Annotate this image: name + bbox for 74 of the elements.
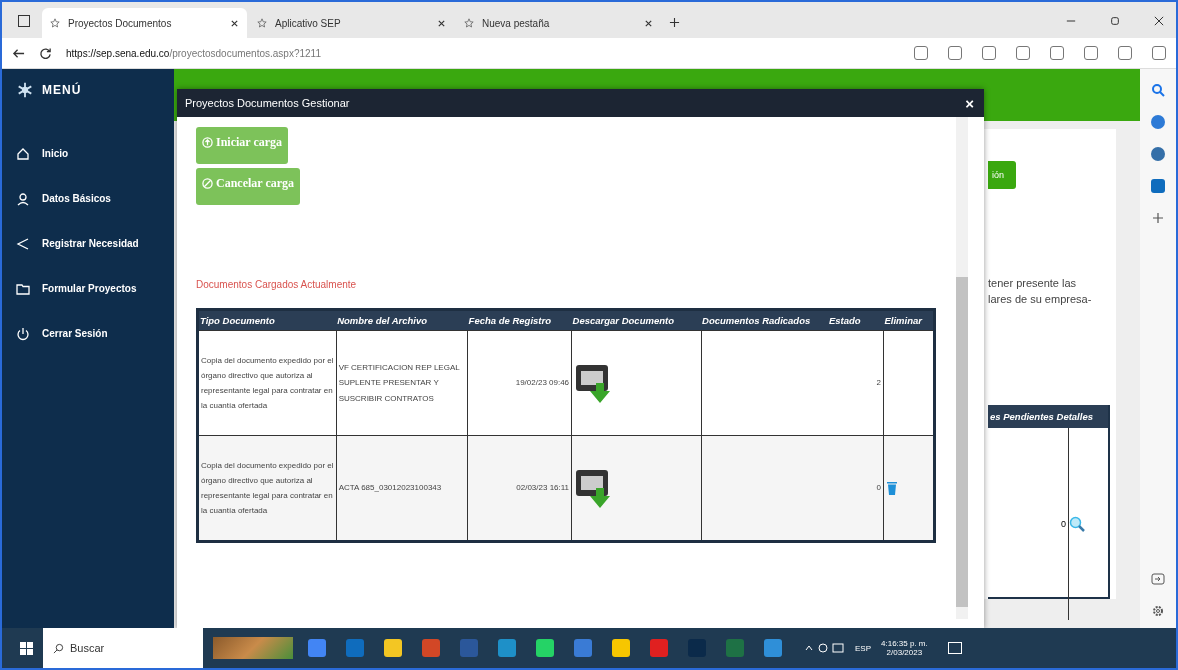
star-icon: [50, 18, 60, 28]
table-cell: 2: [876, 378, 881, 388]
search-icon[interactable]: [1151, 83, 1165, 97]
folder-icon: [16, 281, 30, 296]
toolbar-icon[interactable]: [1084, 46, 1098, 60]
column-header: Tipo Documento: [200, 315, 275, 326]
upload-icon: [202, 137, 213, 148]
sidebar-item[interactable]: Cerrar Sesión: [2, 311, 174, 356]
sidebar-item[interactable]: Formular Proyectos: [2, 266, 174, 311]
toolbar-icon[interactable]: [1016, 46, 1030, 60]
sidebar-item[interactable]: Registrar Necesidad: [2, 221, 174, 266]
scrollbar[interactable]: [956, 117, 968, 619]
star-icon: [257, 18, 267, 28]
toolbar-icon[interactable]: [1152, 46, 1166, 60]
page-text: lares de su empresa-: [988, 293, 1092, 305]
toolbar-icon[interactable]: [914, 46, 928, 60]
settings-icon[interactable]: [1151, 604, 1165, 618]
add-icon[interactable]: [1151, 211, 1165, 225]
tab-actions-icon[interactable]: [18, 15, 30, 27]
sidebar-item[interactable]: Inicio: [2, 131, 174, 176]
logo-icon: [16, 81, 34, 99]
power-icon: [16, 326, 30, 341]
table-cell: 0: [876, 483, 881, 493]
language-indicator[interactable]: ESP: [855, 643, 871, 653]
close-icon[interactable]: [230, 18, 239, 28]
column-header: Nombre del Archivo: [337, 315, 428, 326]
column-header: Eliminar: [884, 315, 922, 326]
toolbar-icon[interactable]: [1050, 46, 1064, 60]
star-icon: [464, 18, 474, 28]
section-title: Documentos Cargados Actualmente: [196, 279, 357, 290]
home-icon: [16, 146, 30, 161]
shopping-icon[interactable]: [1151, 147, 1165, 161]
table-cell: Copia del documento expedido por el órgano directivo que autoriza al representante legal para contratar en la cuantía ofertada: [201, 460, 334, 516]
sidebar-toggle-icon[interactable]: [1151, 572, 1165, 586]
modal-title: Proyectos Documentos Gestionar: [185, 97, 350, 109]
clock-date: 2/03/2023: [886, 648, 923, 657]
share-icon: [16, 236, 30, 251]
close-icon[interactable]: [437, 18, 446, 28]
toolbar-icon[interactable]: [982, 46, 996, 60]
sidebar-item[interactable]: Datos Básicos: [2, 176, 174, 221]
search-field[interactable]: Buscar: [43, 628, 203, 668]
table-cell: 02/03/23 16:11: [516, 483, 570, 493]
column-header: Documentos Radicados: [702, 315, 811, 326]
table-cell: 19/02/23 09:46: [515, 378, 570, 388]
close-button[interactable]: ×: [965, 94, 974, 112]
browser-tab[interactable]: Aplicativo SEP: [249, 8, 454, 38]
trash-icon[interactable]: [886, 480, 898, 496]
browser-tab[interactable]: Proyectos Documentos: [42, 8, 247, 38]
table-header: es Pendientes Detalles: [988, 405, 1108, 428]
user-icon: [16, 191, 30, 206]
chat-icon[interactable]: [1151, 115, 1165, 129]
maximize-icon[interactable]: [1110, 16, 1120, 26]
table-cell: ACTA 685_03012023100343: [338, 483, 442, 493]
table-cell: VF CERTIFICACION REP LEGAL SUPLENTE PRESENTAR Y SUSCRIBIR CONTRATOS: [338, 363, 460, 403]
table-cell: Copia del documento expedido por el órgano directivo que autoriza al representante legal para contratar en la cuantía ofertada: [201, 355, 334, 411]
table-cell: 0: [1061, 519, 1066, 529]
toolbar-icon[interactable]: [1118, 46, 1132, 60]
toolbar-icon[interactable]: [948, 46, 962, 60]
reload-icon[interactable]: [39, 46, 52, 60]
close-icon[interactable]: [644, 18, 653, 28]
tray-icons[interactable]: [805, 642, 845, 654]
menu-title: MENÚ: [42, 83, 82, 97]
search-icon[interactable]: [1069, 516, 1085, 532]
browser-tab[interactable]: Nueva pestaña: [456, 8, 661, 38]
page-text: tener presente las: [988, 277, 1078, 289]
new-tab-icon[interactable]: [669, 17, 680, 28]
column-header: Fecha de Registro: [468, 315, 551, 326]
clock-time: 4:16:35 p. m.: [881, 639, 928, 648]
notification-icon[interactable]: [947, 642, 962, 654]
cancel-icon: [202, 178, 213, 189]
column-header: Descargar Documento: [572, 315, 674, 326]
close-icon[interactable]: [1154, 16, 1164, 26]
search-icon: [53, 642, 64, 654]
column-header: Estado: [828, 315, 861, 326]
